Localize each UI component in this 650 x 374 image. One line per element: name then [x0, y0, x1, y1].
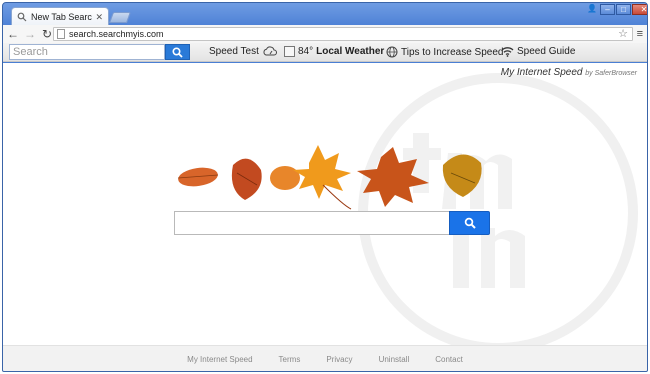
main-search-button[interactable]	[449, 211, 490, 235]
tab-close-icon[interactable]: ✕	[95, 12, 103, 23]
new-tab-button[interactable]	[108, 12, 132, 23]
cloud-speed-icon	[263, 46, 277, 56]
browser-window: New Tab Search ✕ 👤 – □ ✕ ← → ↻ search.se…	[2, 2, 648, 372]
toolbar-search-button[interactable]	[165, 44, 190, 60]
speed-test-label: Speed Test	[209, 46, 259, 57]
main-search-input[interactable]	[174, 211, 450, 235]
tab-new-tab-search[interactable]: New Tab Search ✕	[11, 7, 109, 26]
reload-icon[interactable]: ↻	[40, 27, 54, 41]
star-icon[interactable]: ☆	[618, 27, 628, 40]
url-text: search.searchmyis.com	[69, 29, 164, 39]
title-bar: New Tab Search ✕ 👤 – □ ✕	[3, 3, 647, 26]
maximize-button[interactable]: □	[616, 4, 631, 15]
search-icon	[172, 46, 183, 58]
weather-label: Local Weather	[316, 46, 385, 57]
search-icon	[464, 217, 476, 229]
minimize-button[interactable]: –	[600, 4, 615, 15]
brand-title: My Internet Speed by SaferBrowser	[501, 67, 637, 78]
weather-temp: 84°	[298, 46, 314, 57]
globe-icon	[386, 46, 398, 58]
weather-icon	[284, 46, 295, 57]
footer-link-uninstall[interactable]: Uninstall	[379, 355, 410, 364]
forward-arrow-icon[interactable]: →	[23, 27, 37, 41]
tab-title: New Tab Search	[31, 12, 93, 22]
menu-icon[interactable]: ≡	[637, 28, 643, 40]
close-button[interactable]: ✕	[632, 4, 647, 15]
address-bar[interactable]: search.searchmyis.com ☆	[53, 27, 633, 41]
user-icon[interactable]: 👤	[585, 4, 599, 15]
brand-by: by SaferBrowser	[585, 70, 637, 77]
wifi-icon	[501, 47, 514, 57]
speed-guide-link[interactable]: Speed Guide	[501, 46, 575, 57]
footer: My Internet Speed Terms Privacy Uninstal…	[3, 345, 647, 371]
extension-toolbar: Search Speed Test 84° Local Weather Tips…	[3, 43, 647, 62]
back-arrow-icon[interactable]: ←	[6, 27, 20, 41]
footer-link-terms[interactable]: Terms	[279, 355, 301, 364]
page-content: My Internet Speed by SaferBrowser	[3, 63, 647, 345]
speed-guide-label: Speed Guide	[517, 46, 576, 57]
toolbar-search-input[interactable]: Search	[9, 44, 165, 60]
browser-toolbar: ← → ↻ search.searchmyis.com ☆ ≡	[3, 25, 647, 43]
footer-link-my-internet-speed[interactable]: My Internet Speed	[187, 355, 252, 364]
footer-link-privacy[interactable]: Privacy	[326, 355, 352, 364]
tips-label: Tips to Increase Speed	[401, 46, 504, 58]
window-controls: – □ ✕	[599, 4, 647, 16]
speed-test-link[interactable]: Speed Test	[209, 46, 280, 57]
weather-link[interactable]: 84° Local Weather	[284, 46, 384, 57]
brand-product: My Internet Speed	[500, 67, 583, 78]
tips-link[interactable]: Tips to Increase Speed	[386, 46, 503, 58]
search-icon	[17, 12, 27, 22]
page-icon	[57, 29, 65, 39]
footer-link-contact[interactable]: Contact	[435, 355, 463, 364]
autumn-leaves-image	[177, 145, 482, 210]
